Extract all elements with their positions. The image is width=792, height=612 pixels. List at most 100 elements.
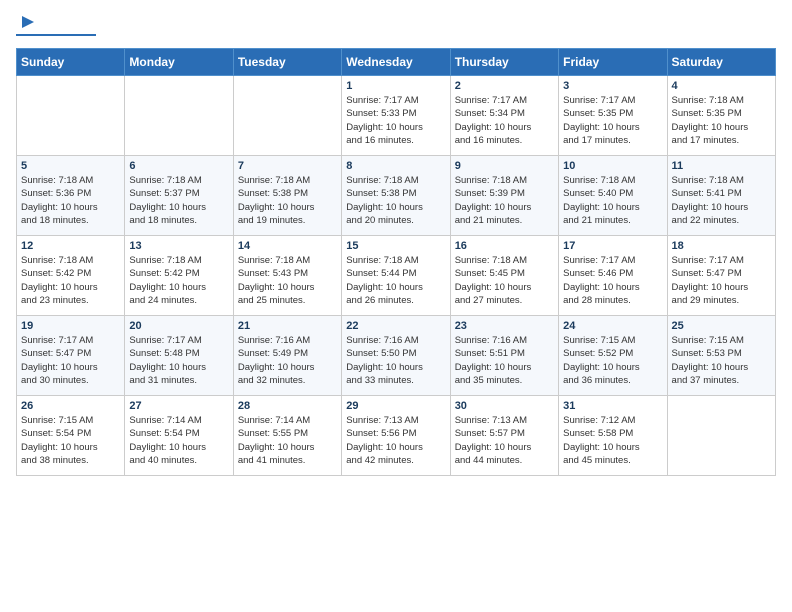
day-number: 29 [346, 400, 445, 412]
day-number: 26 [21, 400, 120, 412]
day-info: Sunrise: 7:18 AM Sunset: 5:43 PM Dayligh… [238, 254, 337, 307]
day-info: Sunrise: 7:16 AM Sunset: 5:49 PM Dayligh… [238, 334, 337, 387]
day-info: Sunrise: 7:18 AM Sunset: 5:36 PM Dayligh… [21, 174, 120, 227]
day-info: Sunrise: 7:16 AM Sunset: 5:50 PM Dayligh… [346, 334, 445, 387]
day-info: Sunrise: 7:18 AM Sunset: 5:41 PM Dayligh… [672, 174, 771, 227]
day-info: Sunrise: 7:18 AM Sunset: 5:45 PM Dayligh… [455, 254, 554, 307]
calendar-cell [233, 76, 341, 156]
calendar-cell: 17 Sunrise: 7:17 AM Sunset: 5:46 PM Dayli… [559, 236, 667, 316]
weekday-header-sunday: Sunday [17, 49, 125, 76]
day-number: 25 [672, 320, 771, 332]
day-info: Sunrise: 7:14 AM Sunset: 5:55 PM Dayligh… [238, 414, 337, 467]
calendar-cell: 4Sunrise: 7:18 AM Sunset: 5:35 PM Daylig… [667, 76, 775, 156]
calendar-cell: 7 Sunrise: 7:18 AM Sunset: 5:38 PM Daylig… [233, 156, 341, 236]
day-info: Sunrise: 7:15 AM Sunset: 5:53 PM Dayligh… [672, 334, 771, 387]
calendar-cell [125, 76, 233, 156]
day-info: Sunrise: 7:17 AM Sunset: 5:33 PM Dayligh… [346, 94, 445, 147]
calendar-cell: 11Sunrise: 7:18 AM Sunset: 5:41 PM Dayli… [667, 156, 775, 236]
day-info: Sunrise: 7:18 AM Sunset: 5:38 PM Dayligh… [346, 174, 445, 227]
day-number: 8 [346, 160, 445, 172]
calendar-cell: 14 Sunrise: 7:18 AM Sunset: 5:43 PM Dayli… [233, 236, 341, 316]
calendar-cell: 5 Sunrise: 7:18 AM Sunset: 5:36 PM Daylig… [17, 156, 125, 236]
calendar-cell: 2 Sunrise: 7:17 AM Sunset: 5:34 PM Daylig… [450, 76, 558, 156]
calendar-cell: 13Sunrise: 7:18 AM Sunset: 5:42 PM Dayli… [125, 236, 233, 316]
day-number: 27 [129, 400, 228, 412]
calendar-header-row: SundayMondayTuesdayWednesdayThursdayFrid… [17, 49, 776, 76]
day-number: 9 [455, 160, 554, 172]
day-number: 10 [563, 160, 662, 172]
day-info: Sunrise: 7:18 AM Sunset: 5:44 PM Dayligh… [346, 254, 445, 307]
day-number: 22 [346, 320, 445, 332]
page-header [16, 16, 776, 36]
day-number: 5 [21, 160, 120, 172]
day-info: Sunrise: 7:18 AM Sunset: 5:39 PM Dayligh… [455, 174, 554, 227]
calendar-cell: 22 Sunrise: 7:16 AM Sunset: 5:50 PM Dayli… [342, 316, 450, 396]
calendar-cell: 8 Sunrise: 7:18 AM Sunset: 5:38 PM Daylig… [342, 156, 450, 236]
calendar-cell [17, 76, 125, 156]
calendar-cell: 1 Sunrise: 7:17 AM Sunset: 5:33 PM Daylig… [342, 76, 450, 156]
day-info: Sunrise: 7:17 AM Sunset: 5:47 PM Dayligh… [21, 334, 120, 387]
weekday-header-tuesday: Tuesday [233, 49, 341, 76]
day-info: Sunrise: 7:18 AM Sunset: 5:35 PM Dayligh… [672, 94, 771, 147]
calendar-cell: 9 Sunrise: 7:18 AM Sunset: 5:39 PM Daylig… [450, 156, 558, 236]
calendar-cell: 30 Sunrise: 7:13 AM Sunset: 5:57 PM Dayli… [450, 396, 558, 476]
weekday-header-wednesday: Wednesday [342, 49, 450, 76]
day-info: Sunrise: 7:17 AM Sunset: 5:35 PM Dayligh… [563, 94, 662, 147]
calendar-cell: 3 Sunrise: 7:17 AM Sunset: 5:35 PM Daylig… [559, 76, 667, 156]
day-info: Sunrise: 7:16 AM Sunset: 5:51 PM Dayligh… [455, 334, 554, 387]
calendar-cell: 20 Sunrise: 7:17 AM Sunset: 5:48 PM Dayli… [125, 316, 233, 396]
calendar-cell: 25 Sunrise: 7:15 AM Sunset: 5:53 PM Dayli… [667, 316, 775, 396]
day-number: 16 [455, 240, 554, 252]
day-number: 13 [129, 240, 228, 252]
weekday-header-friday: Friday [559, 49, 667, 76]
day-number: 3 [563, 80, 662, 92]
day-info: Sunrise: 7:14 AM Sunset: 5:54 PM Dayligh… [129, 414, 228, 467]
day-number: 20 [129, 320, 228, 332]
day-info: Sunrise: 7:12 AM Sunset: 5:58 PM Dayligh… [563, 414, 662, 467]
day-number: 1 [346, 80, 445, 92]
day-info: Sunrise: 7:13 AM Sunset: 5:57 PM Dayligh… [455, 414, 554, 467]
weekday-header-thursday: Thursday [450, 49, 558, 76]
day-number: 6 [129, 160, 228, 172]
calendar-cell: 23 Sunrise: 7:16 AM Sunset: 5:51 PM Dayli… [450, 316, 558, 396]
calendar-cell: 18 Sunrise: 7:17 AM Sunset: 5:47 PM Dayli… [667, 236, 775, 316]
day-number: 18 [672, 240, 771, 252]
calendar-cell: 24 Sunrise: 7:15 AM Sunset: 5:52 PM Dayli… [559, 316, 667, 396]
weekday-header-saturday: Saturday [667, 49, 775, 76]
logo-arrow-icon [18, 12, 38, 32]
calendar-cell: 29 Sunrise: 7:13 AM Sunset: 5:56 PM Dayli… [342, 396, 450, 476]
calendar-cell: 26Sunrise: 7:15 AM Sunset: 5:54 PM Dayli… [17, 396, 125, 476]
day-info: Sunrise: 7:17 AM Sunset: 5:48 PM Dayligh… [129, 334, 228, 387]
calendar-week-3: 12Sunrise: 7:18 AM Sunset: 5:42 PM Dayli… [17, 236, 776, 316]
day-info: Sunrise: 7:18 AM Sunset: 5:40 PM Dayligh… [563, 174, 662, 227]
calendar-cell [667, 396, 775, 476]
day-info: Sunrise: 7:17 AM Sunset: 5:47 PM Dayligh… [672, 254, 771, 307]
calendar-cell: 16 Sunrise: 7:18 AM Sunset: 5:45 PM Dayli… [450, 236, 558, 316]
day-info: Sunrise: 7:15 AM Sunset: 5:52 PM Dayligh… [563, 334, 662, 387]
calendar-week-2: 5 Sunrise: 7:18 AM Sunset: 5:36 PM Daylig… [17, 156, 776, 236]
calendar-cell: 12Sunrise: 7:18 AM Sunset: 5:42 PM Dayli… [17, 236, 125, 316]
day-info: Sunrise: 7:17 AM Sunset: 5:34 PM Dayligh… [455, 94, 554, 147]
day-number: 30 [455, 400, 554, 412]
day-number: 19 [21, 320, 120, 332]
calendar-table: SundayMondayTuesdayWednesdayThursdayFrid… [16, 48, 776, 476]
day-number: 31 [563, 400, 662, 412]
day-number: 24 [563, 320, 662, 332]
calendar-week-5: 26Sunrise: 7:15 AM Sunset: 5:54 PM Dayli… [17, 396, 776, 476]
calendar-week-1: 1 Sunrise: 7:17 AM Sunset: 5:33 PM Daylig… [17, 76, 776, 156]
day-number: 17 [563, 240, 662, 252]
day-number: 2 [455, 80, 554, 92]
day-number: 15 [346, 240, 445, 252]
day-info: Sunrise: 7:18 AM Sunset: 5:42 PM Dayligh… [21, 254, 120, 307]
day-number: 28 [238, 400, 337, 412]
calendar-cell: 31 Sunrise: 7:12 AM Sunset: 5:58 PM Dayli… [559, 396, 667, 476]
weekday-header-monday: Monday [125, 49, 233, 76]
day-info: Sunrise: 7:13 AM Sunset: 5:56 PM Dayligh… [346, 414, 445, 467]
day-number: 14 [238, 240, 337, 252]
day-number: 7 [238, 160, 337, 172]
day-info: Sunrise: 7:18 AM Sunset: 5:38 PM Dayligh… [238, 174, 337, 227]
day-number: 21 [238, 320, 337, 332]
calendar-cell: 28 Sunrise: 7:14 AM Sunset: 5:55 PM Dayli… [233, 396, 341, 476]
day-number: 23 [455, 320, 554, 332]
day-info: Sunrise: 7:17 AM Sunset: 5:46 PM Dayligh… [563, 254, 662, 307]
